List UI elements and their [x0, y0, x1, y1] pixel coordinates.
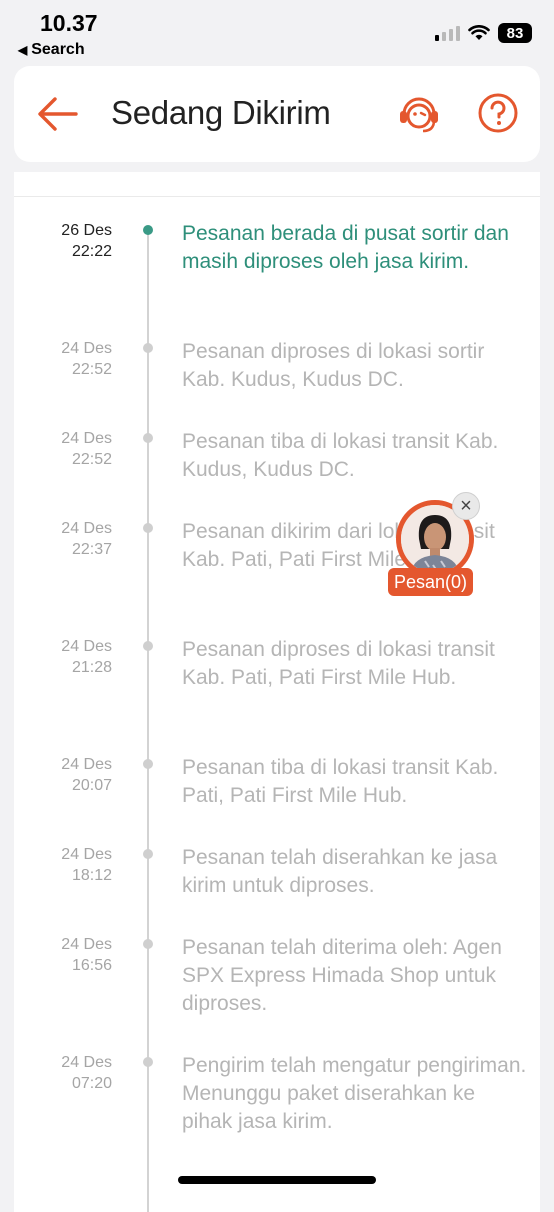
event-description: Pengirim telah mengatur pengiriman. Menu… — [182, 1054, 527, 1133]
timeline-dot — [143, 433, 153, 443]
chat-label[interactable]: Pesan(0) — [388, 568, 474, 596]
wifi-icon — [468, 25, 490, 40]
event-datetime: 24 Des 20:07 — [61, 756, 112, 794]
event-description: Pesanan berada di pusat sortir dan masih… — [182, 222, 509, 273]
event-description: Pesanan diproses di lokasi sortir Kab. K… — [182, 340, 485, 391]
app-header: Sedang Dikirim — [14, 66, 540, 162]
event-datetime: 26 Des 22:22 — [61, 222, 112, 260]
close-chat-icon[interactable]: × — [452, 492, 480, 520]
timeline-dot — [143, 849, 153, 859]
timeline-dot — [143, 225, 153, 235]
event-datetime: 24 Des 18:12 — [61, 846, 112, 884]
home-indicator[interactable] — [178, 1176, 376, 1184]
event-description: Pesanan tiba di lokasi transit Kab. Pati… — [182, 756, 499, 807]
back-to-search-link[interactable]: ◀ Search — [18, 41, 85, 59]
event-datetime: 24 Des 22:37 — [61, 520, 112, 558]
timeline-dot — [143, 1057, 153, 1067]
battery-indicator: 83 — [498, 23, 532, 43]
timeline-dot — [143, 523, 153, 533]
customer-service-icon[interactable] — [397, 92, 441, 136]
timeline-dot — [143, 939, 153, 949]
cellular-signal-icon — [435, 25, 460, 41]
tracking-timeline: 26 Des 22:22 Pesanan berada di pusat sort… — [14, 172, 540, 1212]
status-time: 10.37 — [40, 10, 98, 36]
status-indicators: 83 — [435, 22, 532, 44]
event-datetime: 24 Des 22:52 — [61, 430, 112, 468]
status-bar: 10.37 ◀ Search 83 — [0, 0, 554, 64]
back-label: Search — [31, 41, 85, 58]
timeline-dot — [143, 641, 153, 651]
event-datetime: 24 Des 22:52 — [61, 340, 112, 378]
timeline-dot — [143, 759, 153, 769]
event-description: Pesanan telah diserahkan ke jasa kirim u… — [182, 846, 498, 897]
back-arrow-icon[interactable] — [36, 94, 78, 134]
event-datetime: 24 Des 07:20 — [61, 1054, 112, 1092]
chat-floating-button[interactable]: × Pesan(0) — [388, 492, 490, 602]
timeline-dot — [143, 343, 153, 353]
event-description: Pesanan tiba di lokasi transit Kab. Kudu… — [182, 430, 499, 481]
event-description: Pesanan telah diterima oleh: Agen SPX Ex… — [182, 936, 502, 1015]
page-title: Sedang Dikirim — [111, 94, 331, 131]
help-icon[interactable] — [477, 92, 519, 134]
event-datetime: 24 Des 16:56 — [61, 936, 112, 974]
back-triangle-icon: ◀ — [18, 43, 28, 57]
event-datetime: 24 Des 21:28 — [61, 638, 112, 676]
section-divider — [14, 196, 540, 197]
event-description: Pesanan diproses di lokasi transit Kab. … — [182, 638, 495, 689]
